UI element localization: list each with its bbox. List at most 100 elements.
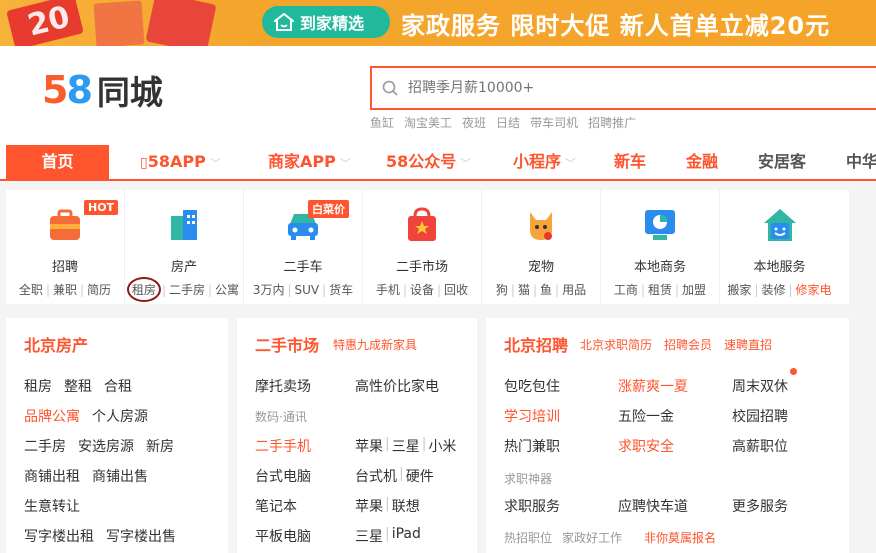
panel-link[interactable]: 品牌公寓: [24, 406, 80, 426]
building-icon[interactable]: [165, 206, 203, 244]
sub-link[interactable]: 狗: [496, 283, 508, 297]
panel-link[interactable]: 新房: [146, 436, 174, 456]
chart-board-icon[interactable]: [641, 206, 679, 244]
panel-link[interactable]: 速聘直招: [724, 336, 772, 353]
panel-link[interactable]: 非你莫属报名: [644, 529, 716, 546]
panel-link[interactable]: 商铺出租: [24, 466, 80, 486]
panel-link[interactable]: 商铺出售: [92, 466, 148, 486]
panel-link[interactable]: 台式机: [355, 466, 397, 486]
panel-link[interactable]: 租房: [24, 376, 52, 396]
hot-word[interactable]: 带车司机: [530, 114, 578, 131]
panel-title[interactable]: 二手市场: [255, 332, 319, 356]
category-title[interactable]: 房产: [125, 256, 243, 275]
panel-link[interactable]: 安选房源: [78, 436, 134, 456]
panel-link[interactable]: 求职服务: [504, 496, 606, 516]
sub-link[interactable]: 回收: [444, 283, 468, 297]
category-title[interactable]: 本地商务: [601, 256, 719, 275]
hot-word[interactable]: 夜班: [462, 114, 486, 131]
promo-banner[interactable]: 20 到家精选 家政服务 限时大促 新人首单立减20元: [0, 0, 876, 46]
panel-link[interactable]: 更多服务: [732, 496, 788, 516]
sub-link[interactable]: 手机: [376, 283, 400, 297]
sub-link[interactable]: 搬家: [727, 283, 751, 297]
nav-finance[interactable]: 金融: [686, 145, 718, 179]
nav-new-car[interactable]: 新车: [614, 145, 646, 179]
nav-mini-program[interactable]: 小程序 ﹀: [513, 145, 576, 179]
panel-link[interactable]: 校园招聘: [732, 406, 788, 426]
sub-link[interactable]: 修家电: [796, 283, 832, 297]
panel-link[interactable]: 高性价比家电: [355, 376, 439, 396]
sub-link[interactable]: 加盟: [682, 283, 706, 297]
sub-link[interactable]: 二手房: [169, 283, 205, 297]
nav-official-account[interactable]: 58公众号 ﹀: [386, 145, 471, 179]
nav-zhonghua[interactable]: 中华: [846, 145, 876, 179]
sub-link[interactable]: 设备: [410, 283, 434, 297]
sub-link[interactable]: 鱼: [540, 283, 552, 297]
sub-link[interactable]: 简历: [87, 283, 111, 297]
panel-link[interactable]: 招聘会员: [664, 336, 712, 353]
panel-link[interactable]: 三星: [392, 436, 420, 456]
sub-link-rent[interactable]: 租房: [132, 283, 156, 297]
panel-link[interactable]: 联想: [392, 496, 420, 516]
panel-link[interactable]: 写字楼出售: [106, 526, 176, 546]
dog-icon[interactable]: [522, 206, 560, 244]
panel-link[interactable]: 合租: [104, 376, 132, 396]
sub-link[interactable]: 猫: [518, 283, 530, 297]
panel-link[interactable]: 整租: [64, 376, 92, 396]
panel-link[interactable]: 生意转让: [24, 496, 80, 516]
panel-link[interactable]: 热门兼职: [504, 436, 606, 456]
sub-link[interactable]: 装修: [761, 283, 785, 297]
panel-title[interactable]: 北京招聘: [504, 332, 568, 356]
hot-word[interactable]: 招聘推广: [588, 114, 636, 131]
nav-58app[interactable]: ▯58APP ﹀: [140, 145, 221, 179]
nav-merchant-app[interactable]: 商家APP ﹀: [268, 145, 351, 179]
panel-link[interactable]: 包吃包住: [504, 376, 606, 396]
sub-link[interactable]: 全职: [19, 283, 43, 297]
sub-link[interactable]: 工商: [614, 283, 638, 297]
sub-link[interactable]: 用品: [562, 283, 586, 297]
briefcase-icon[interactable]: [46, 206, 84, 244]
panel-link[interactable]: iPad: [392, 526, 421, 546]
panel-link[interactable]: 苹果: [355, 436, 383, 456]
sub-link[interactable]: 兼职: [53, 283, 77, 297]
panel-link[interactable]: 学习培训: [504, 406, 606, 426]
panel-link[interactable]: 硬件: [406, 466, 434, 486]
panel-link[interactable]: 苹果: [355, 496, 383, 516]
sub-link[interactable]: 租赁: [648, 283, 672, 297]
daojia-pill[interactable]: 到家精选: [262, 6, 390, 38]
panel-link[interactable]: 家政好工作: [562, 529, 622, 546]
category-title[interactable]: 宠物: [482, 256, 600, 275]
panel-link[interactable]: 二手房: [24, 436, 66, 456]
category-title[interactable]: 本地服务: [720, 256, 839, 275]
nav-anjuke[interactable]: 安居客: [758, 145, 806, 179]
search-input[interactable]: [408, 80, 848, 96]
sub-link[interactable]: 3万内: [253, 283, 285, 297]
panel-link[interactable]: 五险一金: [618, 406, 720, 426]
home-smile-icon[interactable]: [761, 206, 799, 244]
panel-link[interactable]: 个人房源: [92, 406, 148, 426]
panel-link[interactable]: 二手手机: [255, 436, 343, 456]
panel-link[interactable]: 平板电脑: [255, 526, 343, 546]
panel-link[interactable]: 台式电脑: [255, 466, 343, 486]
panel-link[interactable]: 三星: [355, 526, 383, 546]
shopping-bag-icon[interactable]: [403, 206, 441, 244]
category-title[interactable]: 二手市场: [363, 256, 481, 275]
circled-rent-link[interactable]: 租房: [126, 277, 161, 302]
category-title[interactable]: 二手车: [244, 256, 362, 275]
panel-link[interactable]: 高薪职位: [732, 436, 788, 456]
hot-word[interactable]: 鱼缸: [370, 114, 394, 131]
panel-link[interactable]: 笔记本: [255, 496, 343, 516]
hot-word[interactable]: 日结: [496, 114, 520, 131]
panel-link[interactable]: 求职安全: [618, 436, 720, 456]
hot-word[interactable]: 淘宝美工: [404, 114, 452, 131]
panel-link[interactable]: 摩托卖场: [255, 376, 343, 396]
panel-link[interactable]: 北京求职简历: [580, 336, 652, 353]
panel-title[interactable]: 北京房产: [24, 332, 88, 356]
category-title[interactable]: 招聘: [6, 256, 124, 275]
nav-home[interactable]: 首页: [6, 145, 109, 181]
panel-link[interactable]: 写字楼出租: [24, 526, 94, 546]
sub-link[interactable]: 货车: [329, 283, 353, 297]
panel-link[interactable]: 涨薪爽一夏: [618, 376, 720, 396]
search-box[interactable]: [370, 66, 876, 110]
site-logo[interactable]: 5 8 同城: [42, 66, 163, 114]
sub-link[interactable]: SUV: [295, 283, 320, 297]
